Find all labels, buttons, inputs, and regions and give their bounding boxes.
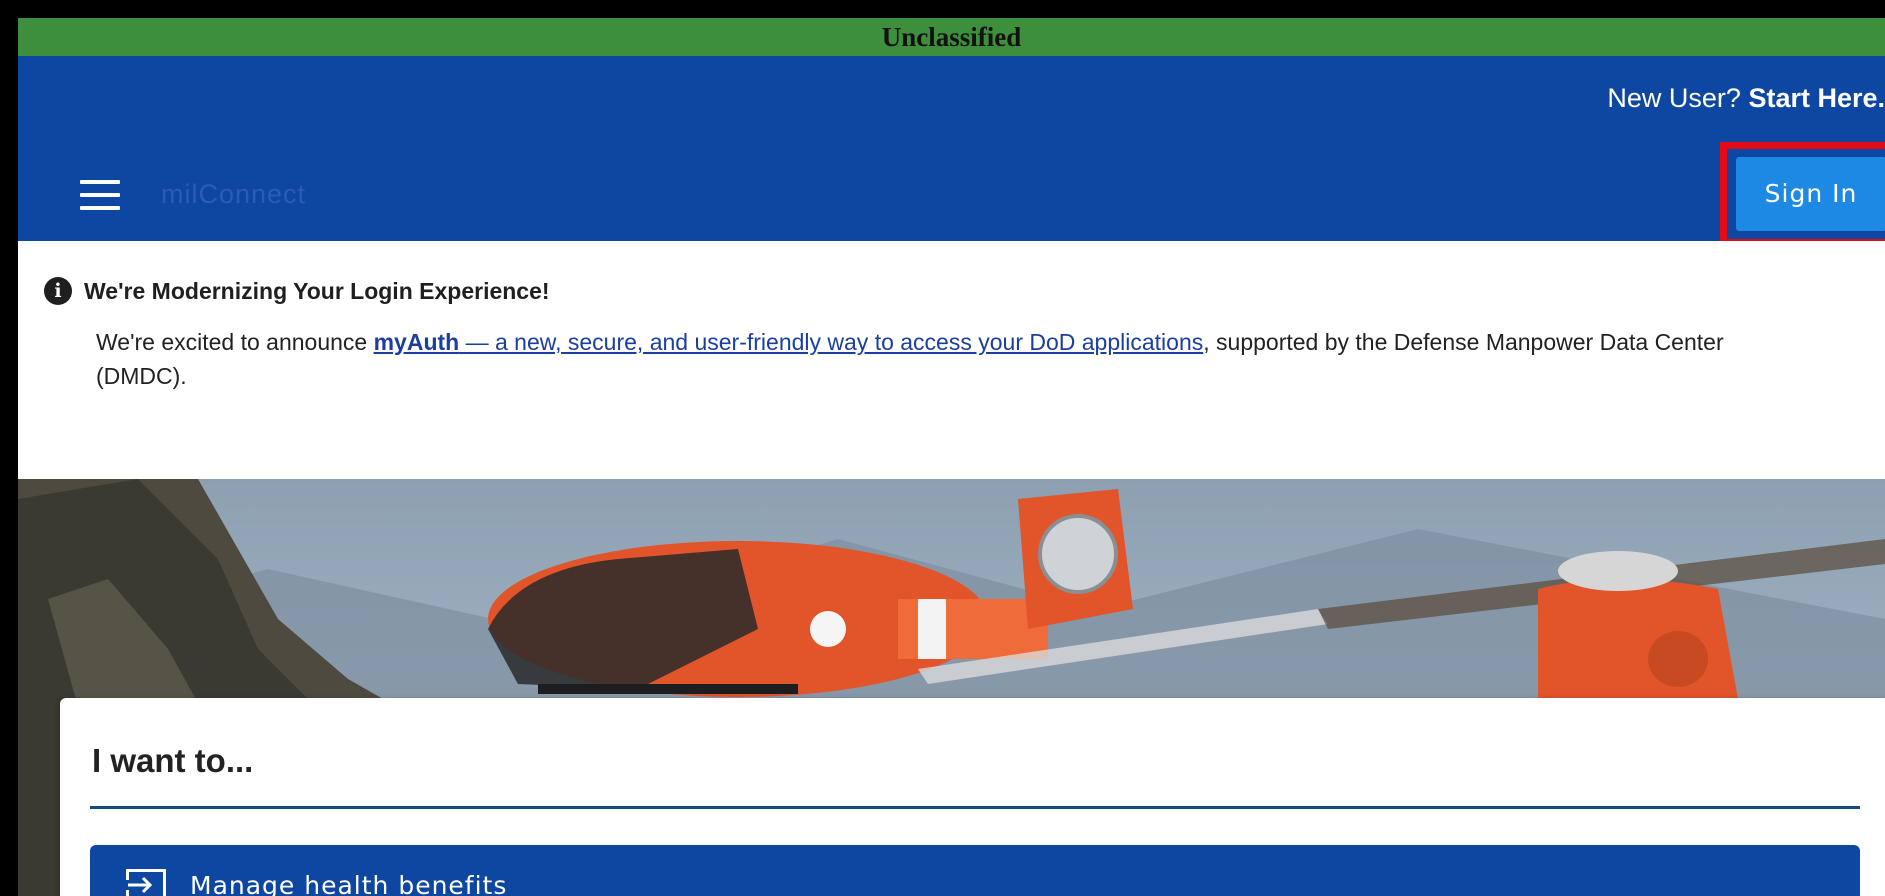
action-label: Manage health benefits — [190, 870, 508, 896]
start-here-link[interactable]: Start Here. — [1748, 83, 1885, 113]
card-divider — [90, 806, 1860, 809]
new-user-text: New User? — [1607, 83, 1741, 113]
notice-title: We're Modernizing Your Login Experience! — [84, 277, 550, 304]
manage-health-benefits-button[interactable]: Manage health benefits — [90, 845, 1860, 896]
card-title: I want to... — [92, 742, 254, 779]
myauth-link-text: — a new, secure, and user-friendly way t… — [459, 329, 1204, 355]
page-frame: Unclassified New User? Start Here. milCo… — [18, 18, 1885, 896]
sign-in-highlight: Sign In — [1720, 142, 1885, 246]
myauth-link-strong: myAuth — [373, 329, 460, 355]
myauth-link[interactable]: myAuth — a new, secure, and user-friendl… — [374, 329, 1204, 355]
info-icon: i — [44, 277, 72, 305]
classification-banner: Unclassified — [18, 18, 1885, 56]
sign-in-button[interactable]: Sign In — [1736, 157, 1885, 231]
login-arrow-icon — [126, 869, 166, 896]
site-header: New User? Start Here. milConnect Sign In — [18, 56, 1885, 246]
notice-body-prefix: We're excited to announce — [96, 329, 374, 355]
login-notice: i We're Modernizing Your Login Experienc… — [18, 241, 1885, 479]
notice-header: i We're Modernizing Your Login Experienc… — [44, 277, 550, 305]
notice-body: We're excited to announce myAuth — a new… — [96, 325, 1816, 393]
new-user-prompt: New User? Start Here. — [1607, 80, 1885, 116]
quick-actions-card: I want to... Manage health benefits — [60, 698, 1885, 896]
app-name[interactable]: milConnect — [161, 176, 306, 212]
hamburger-menu-icon[interactable] — [80, 180, 120, 210]
